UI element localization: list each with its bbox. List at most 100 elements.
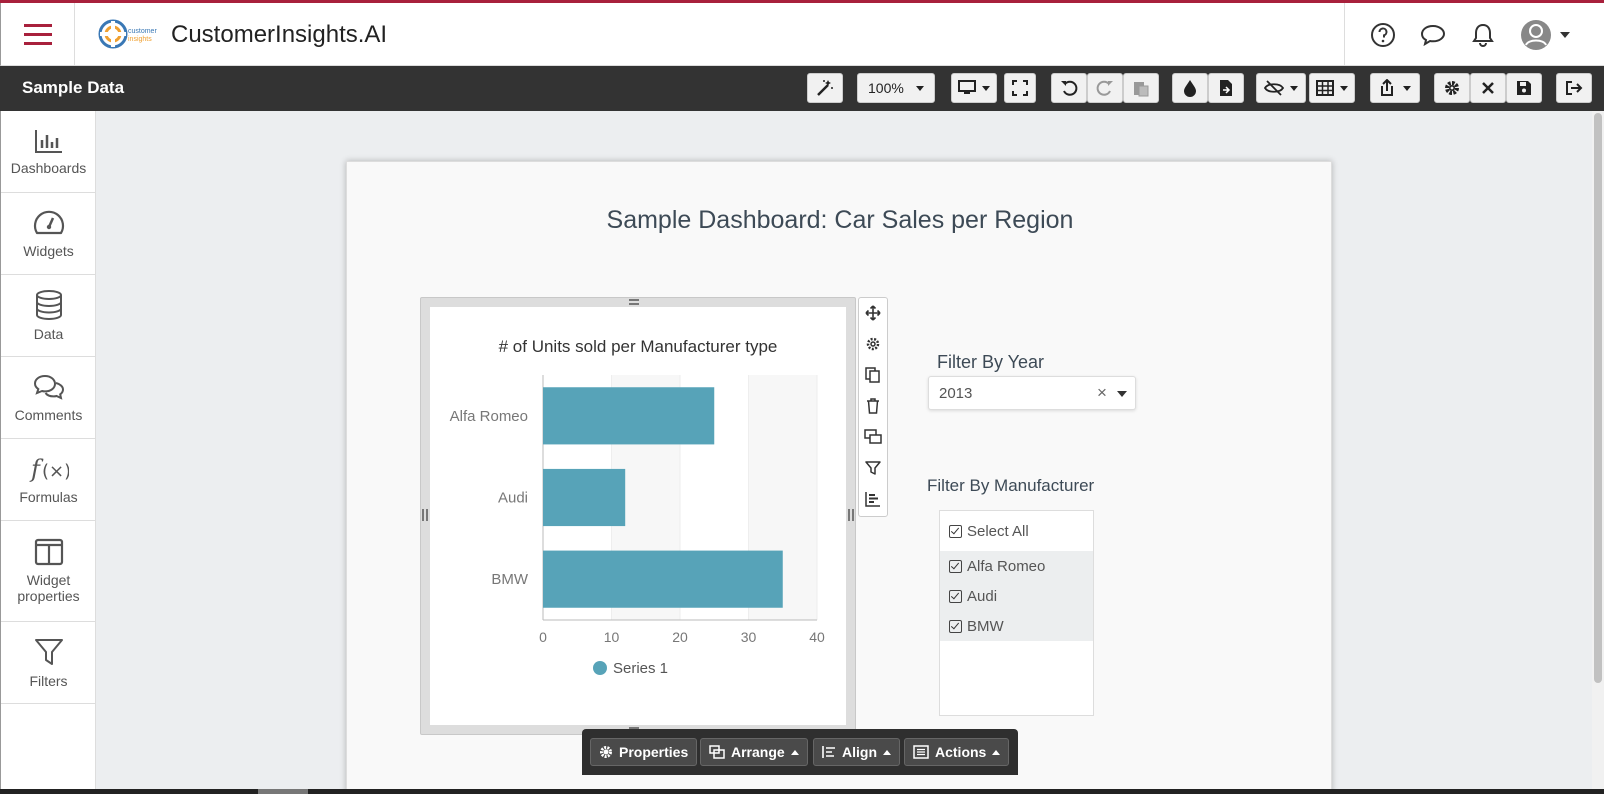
widget-toolbox bbox=[858, 297, 888, 517]
gear-icon bbox=[1445, 81, 1459, 95]
file-export-icon bbox=[1220, 80, 1232, 96]
filter-year-value: 2013 bbox=[939, 385, 973, 402]
resize-handle-right[interactable] bbox=[848, 509, 854, 521]
export-file-button[interactable] bbox=[1208, 73, 1244, 103]
list-icon bbox=[913, 745, 929, 759]
visibility-button[interactable] bbox=[1256, 73, 1306, 103]
vertical-scrollbar[interactable] bbox=[1592, 111, 1604, 794]
sidebar-item-comments[interactable]: Comments bbox=[1, 357, 96, 439]
redo-button[interactable] bbox=[1087, 73, 1123, 103]
chevron-down-icon bbox=[1560, 31, 1570, 38]
sidebar-item-widgets[interactable]: Widgets bbox=[1, 193, 96, 275]
x-tick-label: 20 bbox=[672, 629, 688, 645]
dashboard-page: Sample Dashboard: Car Sales per Region #… bbox=[346, 161, 1332, 794]
resize-handle-left[interactable] bbox=[422, 509, 428, 521]
duplicate-widget-button[interactable] bbox=[863, 364, 883, 386]
trash-icon bbox=[867, 398, 879, 414]
grid-button[interactable] bbox=[1309, 73, 1355, 103]
y-tick-label: Audi bbox=[498, 490, 528, 507]
align-button[interactable]: Align bbox=[813, 738, 900, 766]
monitor-icon bbox=[958, 80, 976, 94]
exit-button[interactable] bbox=[1556, 73, 1592, 103]
select-all-option[interactable]: Select All bbox=[940, 516, 1093, 546]
properties-button[interactable]: Properties bbox=[590, 738, 698, 766]
zoom-select[interactable]: 100% bbox=[857, 73, 935, 103]
list-item[interactable]: BMW bbox=[940, 611, 1093, 641]
checkbox-checked-icon[interactable] bbox=[949, 589, 962, 603]
sidebar-item-data[interactable]: Data bbox=[1, 275, 96, 357]
sidebar-item-formulas[interactable]: f (×) Formulas bbox=[1, 439, 96, 521]
sidebar-item-widget-properties[interactable]: Widget properties bbox=[1, 521, 96, 622]
help-button[interactable] bbox=[1369, 21, 1397, 49]
delete-widget-button[interactable] bbox=[863, 395, 883, 417]
y-tick-label: Alfa Romeo bbox=[450, 408, 528, 425]
paste-icon bbox=[1134, 82, 1149, 97]
chevron-up-icon bbox=[992, 749, 1001, 755]
editor-toolbar: Sample Data 100% bbox=[0, 66, 1604, 111]
checkbox-checked-icon[interactable] bbox=[949, 559, 962, 573]
avatar-icon bbox=[1521, 19, 1551, 50]
magic-wand-button[interactable] bbox=[807, 73, 843, 103]
save-button[interactable] bbox=[1506, 73, 1542, 103]
gauge-icon bbox=[33, 210, 64, 234]
sidebar-item-filters[interactable]: Filters bbox=[1, 622, 96, 704]
notifications-button[interactable] bbox=[1469, 21, 1497, 49]
database-icon bbox=[35, 289, 62, 320]
close-editor-button[interactable] bbox=[1470, 73, 1506, 103]
bar-chart-widget[interactable]: # of Units sold per Manufacturer type 01… bbox=[430, 307, 846, 725]
checkbox-checked-icon[interactable] bbox=[949, 619, 962, 633]
svg-text:insights: insights bbox=[128, 36, 152, 43]
bar bbox=[543, 468, 626, 527]
filter-icon bbox=[34, 638, 63, 665]
chevron-down-icon[interactable] bbox=[1117, 391, 1127, 397]
toolbar-title: Sample Data bbox=[22, 78, 125, 97]
x-tick-label: 10 bbox=[604, 629, 620, 645]
filter-year-select[interactable]: 2013 × bbox=[928, 376, 1136, 410]
chart-widget-frame[interactable]: # of Units sold per Manufacturer type 01… bbox=[420, 297, 856, 735]
eye-slash-icon bbox=[1264, 80, 1284, 96]
chat-button[interactable] bbox=[1419, 21, 1447, 49]
widget-filter-button[interactable] bbox=[863, 457, 883, 479]
save-icon bbox=[1517, 81, 1531, 95]
chart-type-button[interactable] bbox=[863, 488, 883, 510]
bar bbox=[543, 550, 783, 608]
sidebar-item-label: Formulas bbox=[19, 488, 78, 505]
left-sidebar: Dashboards Widgets Data Comments f (×) F… bbox=[0, 111, 96, 794]
publish-button[interactable] bbox=[1370, 73, 1420, 103]
horizontal-bar-chart-icon bbox=[865, 492, 880, 507]
legend-marker bbox=[593, 661, 607, 675]
list-item[interactable]: Alfa Romeo bbox=[940, 551, 1093, 581]
chevron-up-icon bbox=[883, 749, 891, 755]
sign-out-icon bbox=[1566, 81, 1583, 95]
user-menu-button[interactable] bbox=[1519, 19, 1571, 50]
resize-handle-top[interactable] bbox=[629, 299, 639, 305]
copy-icon bbox=[865, 367, 880, 383]
list-item[interactable]: Audi bbox=[940, 581, 1093, 611]
x-tick-label: 40 bbox=[809, 629, 825, 645]
fullscreen-button[interactable] bbox=[1004, 73, 1036, 103]
paste-button[interactable] bbox=[1123, 73, 1159, 103]
horizontal-scrollbar-thumb[interactable] bbox=[258, 789, 308, 794]
arrange-icon bbox=[709, 745, 725, 759]
scrollbar-thumb[interactable] bbox=[1594, 113, 1602, 683]
arrange-button[interactable]: Arrange bbox=[700, 738, 808, 766]
settings-button[interactable] bbox=[1434, 73, 1470, 103]
widget-settings-button[interactable] bbox=[863, 333, 883, 355]
bar-chart: 0 10 20 30 40 Alfa Romeo Audi BMW Series 1 bbox=[450, 375, 825, 677]
widget-action-bar: Properties Arrange Align Actions bbox=[582, 729, 1018, 775]
y-tick-label: BMW bbox=[491, 571, 529, 588]
device-preview-button[interactable] bbox=[951, 73, 997, 103]
legend-label: Series 1 bbox=[613, 660, 668, 677]
move-widget-button[interactable] bbox=[863, 302, 883, 324]
sidebar-item-dashboards[interactable]: Dashboards bbox=[1, 111, 96, 193]
linked-widgets-button[interactable] bbox=[863, 426, 883, 448]
clear-icon[interactable]: × bbox=[1097, 383, 1107, 403]
menu-button[interactable] bbox=[1, 3, 75, 66]
undo-button[interactable] bbox=[1051, 73, 1087, 103]
close-icon bbox=[1482, 82, 1494, 94]
checkbox-checked-icon[interactable] bbox=[949, 524, 962, 538]
actions-button[interactable]: Actions bbox=[904, 738, 1010, 766]
undo-icon bbox=[1061, 80, 1078, 96]
theme-button[interactable] bbox=[1172, 73, 1208, 103]
gear-icon bbox=[600, 746, 612, 758]
